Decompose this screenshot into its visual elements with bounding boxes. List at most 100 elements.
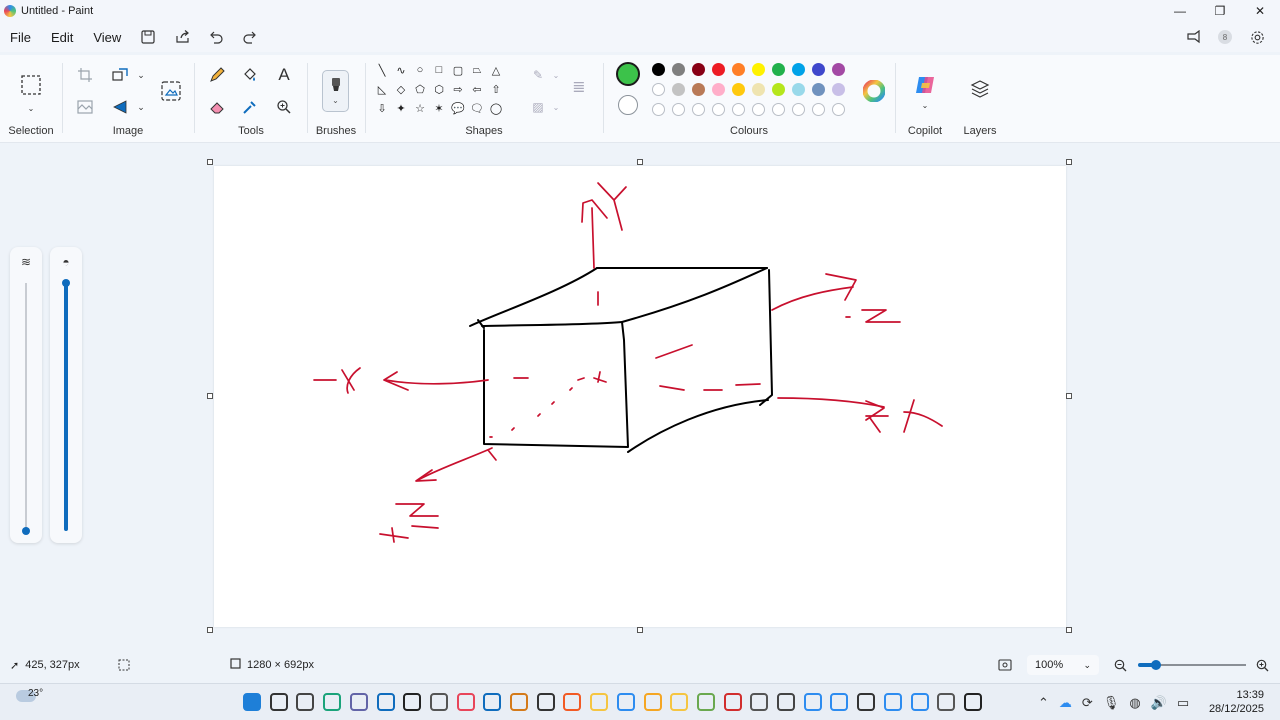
primary-color-swatch[interactable] — [616, 62, 640, 86]
menu-edit[interactable]: Edit — [41, 22, 83, 52]
canvas-handle-left[interactable] — [207, 393, 213, 399]
drawing-canvas[interactable] — [214, 166, 1066, 627]
feedback-icon[interactable] — [1176, 22, 1210, 52]
image-creator-icon[interactable] — [157, 77, 185, 105]
shape-option[interactable]: ╲ — [374, 62, 390, 78]
text-icon[interactable]: A — [272, 63, 296, 87]
volume-icon[interactable]: 🔊 — [1151, 695, 1167, 711]
canvas-handle-top[interactable] — [637, 159, 643, 165]
colour-swatch[interactable] — [712, 103, 725, 116]
resize-chevron-down-icon[interactable]: ⌄ — [129, 63, 153, 87]
colour-swatch[interactable] — [692, 103, 705, 116]
size-slider-knob[interactable] — [22, 527, 30, 535]
shape-option[interactable]: ◯ — [488, 100, 504, 116]
secondary-color-swatch[interactable] — [618, 95, 638, 115]
canvas-handle-top-right[interactable] — [1066, 159, 1072, 165]
colour-swatch[interactable] — [732, 103, 745, 116]
magnifier-icon[interactable] — [272, 95, 296, 119]
zoom-in-icon[interactable] — [1256, 653, 1269, 677]
colour-swatch[interactable] — [712, 83, 725, 96]
fill-chevron-down-icon[interactable]: ⌄ — [544, 95, 568, 119]
start-windows-icon[interactable] — [243, 693, 261, 711]
shape-option[interactable]: ⇩ — [374, 100, 390, 116]
brushes-button[interactable]: ⌄ — [322, 70, 349, 112]
size-slider-track[interactable] — [25, 283, 27, 531]
shape-option[interactable]: ⇧ — [488, 81, 504, 97]
shape-option[interactable]: ⏢ — [469, 62, 485, 78]
shape-option[interactable]: ⬡ — [431, 81, 447, 97]
outline-chevron-down-icon[interactable]: ⌄ — [544, 63, 568, 87]
account-avatar[interactable]: 8 — [1218, 30, 1232, 44]
chevron-up-icon[interactable]: ⌃ — [1038, 695, 1049, 711]
shape-option[interactable]: △ — [488, 62, 504, 78]
eraser-icon[interactable] — [205, 95, 229, 119]
archive-icon[interactable] — [643, 693, 662, 711]
layers-icon[interactable] — [968, 77, 992, 101]
mixer-icon[interactable] — [429, 693, 448, 711]
fit-to-window-icon[interactable] — [998, 653, 1012, 677]
colour-swatch[interactable] — [692, 63, 705, 76]
minimize-button[interactable]: — — [1160, 0, 1200, 22]
undo-icon[interactable] — [199, 22, 233, 52]
terminal-icon[interactable] — [536, 693, 555, 711]
settings-gear-icon[interactable] — [1240, 22, 1274, 52]
zoom-dropdown[interactable]: 100% ⌄ — [1027, 655, 1099, 675]
shape-option[interactable]: □ — [431, 62, 447, 78]
fill-bucket-icon[interactable] — [238, 63, 262, 87]
calculator-icon[interactable] — [750, 693, 769, 711]
menu-view[interactable]: View — [83, 22, 131, 52]
canvas-handle-top-left[interactable] — [207, 159, 213, 165]
colour-swatch[interactable] — [772, 83, 785, 96]
colour-swatch[interactable] — [832, 83, 845, 96]
zoom-slider-knob[interactable] — [1150, 660, 1161, 670]
paint-icon[interactable] — [803, 693, 822, 711]
photos-icon[interactable] — [830, 693, 849, 711]
canvas-handle-bottom[interactable] — [637, 627, 643, 633]
colour-swatch[interactable] — [752, 63, 765, 76]
shape-option[interactable]: ✶ — [431, 100, 447, 116]
shape-option[interactable]: ⇨ — [450, 81, 466, 97]
brave-icon[interactable] — [563, 693, 582, 711]
shape-option[interactable]: ⬠ — [412, 81, 428, 97]
menu-file[interactable]: File — [0, 22, 41, 52]
clock[interactable]: 13:39 28/12/2025 — [1209, 688, 1264, 716]
colour-swatch[interactable] — [752, 103, 765, 116]
canvas-handle-bottom-left[interactable] — [207, 627, 213, 633]
outlook-icon[interactable] — [376, 693, 395, 711]
teams-icon[interactable] — [349, 693, 368, 711]
crop-icon[interactable] — [73, 63, 97, 87]
chrome-icon[interactable] — [456, 693, 475, 711]
colour-swatch[interactable] — [652, 83, 665, 96]
cmd-icon[interactable] — [857, 693, 876, 711]
search-icon[interactable] — [269, 693, 288, 711]
vscode-icon[interactable] — [483, 693, 502, 711]
weather-widget[interactable]: 23° — [16, 688, 43, 702]
colour-swatch[interactable] — [772, 103, 785, 116]
shape-option[interactable]: 🗨 — [469, 100, 485, 116]
colour-swatch[interactable] — [792, 83, 805, 96]
shape-option[interactable]: ✦ — [393, 100, 409, 116]
sync-icon[interactable]: ⟳ — [1082, 695, 1093, 711]
colour-swatch[interactable] — [712, 63, 725, 76]
colour-swatch[interactable] — [672, 83, 685, 96]
battery-icon[interactable]: ▭ — [1177, 695, 1189, 711]
colour-swatch[interactable] — [672, 63, 685, 76]
onedrive-icon[interactable]: ☁ — [1059, 695, 1072, 711]
edit-colours-icon[interactable] — [860, 77, 888, 105]
shape-option[interactable]: ◇ — [393, 81, 409, 97]
network-app-icon[interactable] — [616, 693, 635, 711]
close-button[interactable]: ✕ — [1240, 0, 1280, 22]
shape-option[interactable]: ∿ — [393, 62, 409, 78]
color-picker-icon[interactable] — [238, 95, 262, 119]
share-icon[interactable] — [165, 22, 199, 52]
colour-swatch[interactable] — [672, 103, 685, 116]
select-rectangle-icon[interactable] — [18, 72, 44, 98]
pencil-icon[interactable] — [205, 63, 229, 87]
colour-swatch[interactable] — [792, 63, 805, 76]
network-globe-icon[interactable]: ◍ — [1129, 695, 1140, 711]
notes-icon[interactable] — [670, 693, 689, 711]
colour-swatch[interactable] — [832, 103, 845, 116]
search-tool-icon[interactable] — [510, 693, 528, 711]
shape-option[interactable]: ◺ — [374, 81, 390, 97]
colour-swatch[interactable] — [732, 83, 745, 96]
